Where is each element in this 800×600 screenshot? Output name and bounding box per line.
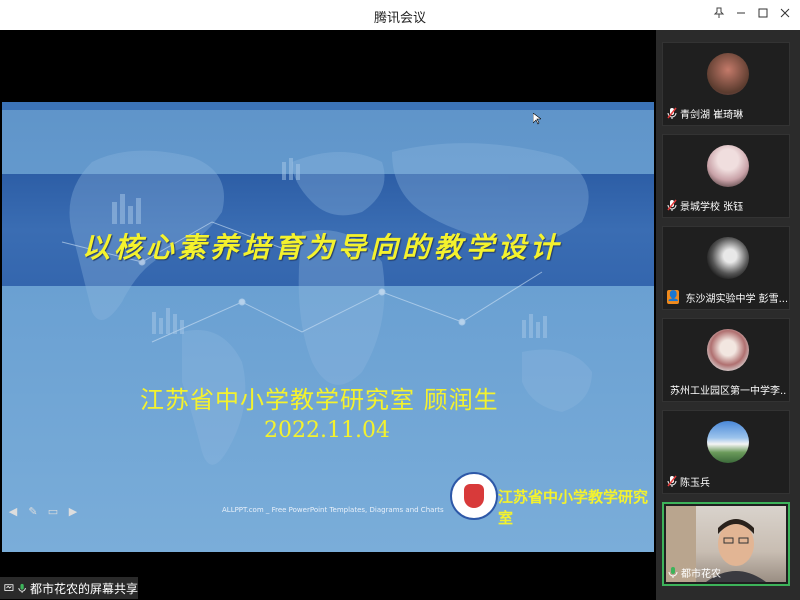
slide-author: 江苏省中小学教学研究室 顾润生	[140, 386, 499, 414]
prev-slide-icon[interactable]: ◀	[6, 505, 20, 519]
next-slide-icon[interactable]: ▶	[66, 505, 80, 519]
participant-tile-active[interactable]: 都市花农	[662, 502, 790, 586]
slide-title: 以核心素养培育为导向的教学设计	[82, 231, 563, 264]
share-label: 都市花农的屏幕共享	[29, 581, 138, 596]
avatar	[707, 237, 749, 279]
slide-footer: ALLPPT.com _ Free PowerPoint Templates, …	[222, 506, 444, 514]
participant-panel: 青剑湖 崔琦琳 景城学校 张钰 👤 东沙湖实验中学 彭雪... 苏州工业园区第一…	[656, 30, 800, 600]
pin-icon[interactable]	[708, 4, 730, 26]
mic-muted-icon	[667, 107, 677, 119]
slides-menu-icon[interactable]: ▭	[46, 505, 60, 519]
title-bar: 腾讯会议	[0, 0, 800, 30]
participant-name: 东沙湖实验中学 彭雪...	[685, 293, 787, 305]
institution-logo	[450, 472, 498, 520]
user-icon: 👤	[667, 290, 680, 304]
avatar	[707, 53, 749, 95]
mic-icon	[668, 567, 678, 578]
avatar	[707, 329, 749, 371]
participant-name: 陈玉兵	[680, 477, 710, 489]
participant-name: 苏州工业园区第一中学李...	[670, 385, 787, 397]
window-title: 腾讯会议	[373, 11, 426, 26]
slide-date: 2022.11.04	[264, 418, 390, 443]
mic-muted-icon	[667, 475, 677, 487]
pen-icon[interactable]: ✎	[26, 505, 40, 519]
participant-name: 都市花农	[681, 568, 721, 580]
mic-icon	[18, 583, 26, 593]
participant-tile[interactable]: 👤 东沙湖实验中学 彭雪...	[662, 226, 790, 310]
presentation-slide: 以核心素养培育为导向的教学设计 江苏省中小学教学研究室 顾润生 2022.11.…	[2, 102, 654, 552]
logo-text: 江苏省中小学教学研究室	[498, 488, 649, 527]
screen-share-status[interactable]: 都市花农的屏幕共享	[0, 577, 138, 599]
participant-tile[interactable]: 青剑湖 崔琦琳	[662, 42, 790, 126]
participant-name: 景城学校 张钰	[680, 201, 744, 213]
mouse-cursor-icon	[533, 113, 541, 125]
participant-name: 青剑湖 崔琦琳	[680, 109, 744, 121]
avatar	[707, 421, 749, 463]
world-map-graphic	[61, 143, 592, 465]
slide-nav: ◀ ✎ ▭ ▶	[6, 505, 80, 519]
close-button[interactable]	[774, 4, 796, 26]
participant-tile[interactable]: 苏州工业园区第一中学李...	[662, 318, 790, 402]
minimize-button[interactable]	[730, 4, 752, 26]
screen-share-area: 以核心素养培育为导向的教学设计 江苏省中小学教学研究室 顾润生 2022.11.…	[0, 30, 656, 600]
avatar	[707, 145, 749, 187]
participant-tile[interactable]: 景城学校 张钰	[662, 134, 790, 218]
maximize-button[interactable]	[752, 4, 774, 26]
participant-tile[interactable]: 陈玉兵	[662, 410, 790, 494]
mic-muted-icon	[667, 199, 677, 211]
screen-share-icon	[4, 584, 14, 591]
